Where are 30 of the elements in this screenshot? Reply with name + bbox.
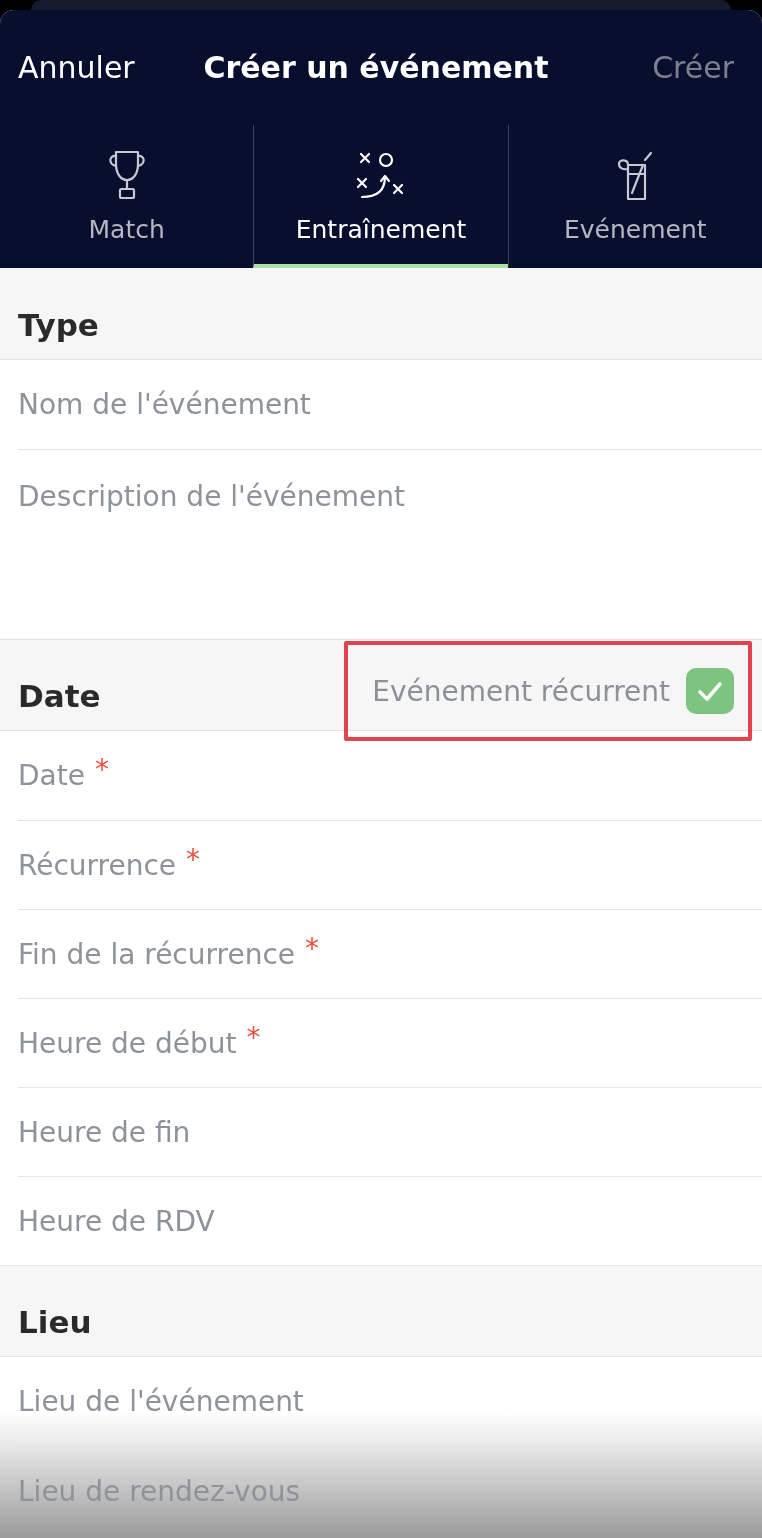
section-title: Lieu bbox=[18, 1304, 92, 1340]
recurring-label: Evénement récurrent bbox=[372, 674, 670, 708]
drink-glass-icon bbox=[617, 151, 654, 201]
cancel-button[interactable]: Annuler bbox=[18, 46, 135, 89]
picker-field[interactable]: Heure de fin bbox=[18, 1087, 762, 1176]
event-type-tab[interactable]: Match bbox=[0, 125, 254, 268]
checkbox-icon[interactable] bbox=[686, 668, 734, 714]
field-placeholder: Récurrence bbox=[18, 848, 177, 882]
text-input-field[interactable]: Lieu de l'événement bbox=[18, 1357, 762, 1446]
text-input-field[interactable]: Lieu de rendez-vous bbox=[18, 1446, 762, 1535]
required-asterisk: * bbox=[246, 1020, 261, 1054]
section-title: Type bbox=[18, 306, 99, 343]
screen-title: Créer un événement bbox=[203, 50, 549, 85]
field-placeholder: Heure de RDV bbox=[18, 1204, 215, 1238]
text-input-field[interactable]: Nom de l'événement bbox=[18, 360, 762, 449]
tactics-board-icon bbox=[356, 151, 406, 201]
description-textarea[interactable]: Description de l'événement bbox=[18, 449, 762, 639]
required-asterisk: * bbox=[305, 931, 319, 965]
required-asterisk: * bbox=[186, 842, 201, 876]
field-placeholder: Fin de la récurrence bbox=[18, 937, 295, 971]
picker-field[interactable]: Récurrence * bbox=[18, 820, 762, 909]
trophy-icon bbox=[106, 149, 147, 201]
picker-field[interactable]: Date * bbox=[18, 731, 762, 820]
required-asterisk: * bbox=[94, 753, 109, 786]
picker-field[interactable]: Heure de début * bbox=[18, 998, 762, 1087]
field-placeholder: Heure de fin bbox=[18, 1115, 191, 1149]
field-placeholder: Date bbox=[18, 759, 85, 792]
picker-field[interactable]: Fin de la récurrence * bbox=[18, 909, 762, 998]
section-title: Date bbox=[18, 678, 101, 714]
field-placeholder: Heure de début bbox=[18, 1026, 237, 1060]
